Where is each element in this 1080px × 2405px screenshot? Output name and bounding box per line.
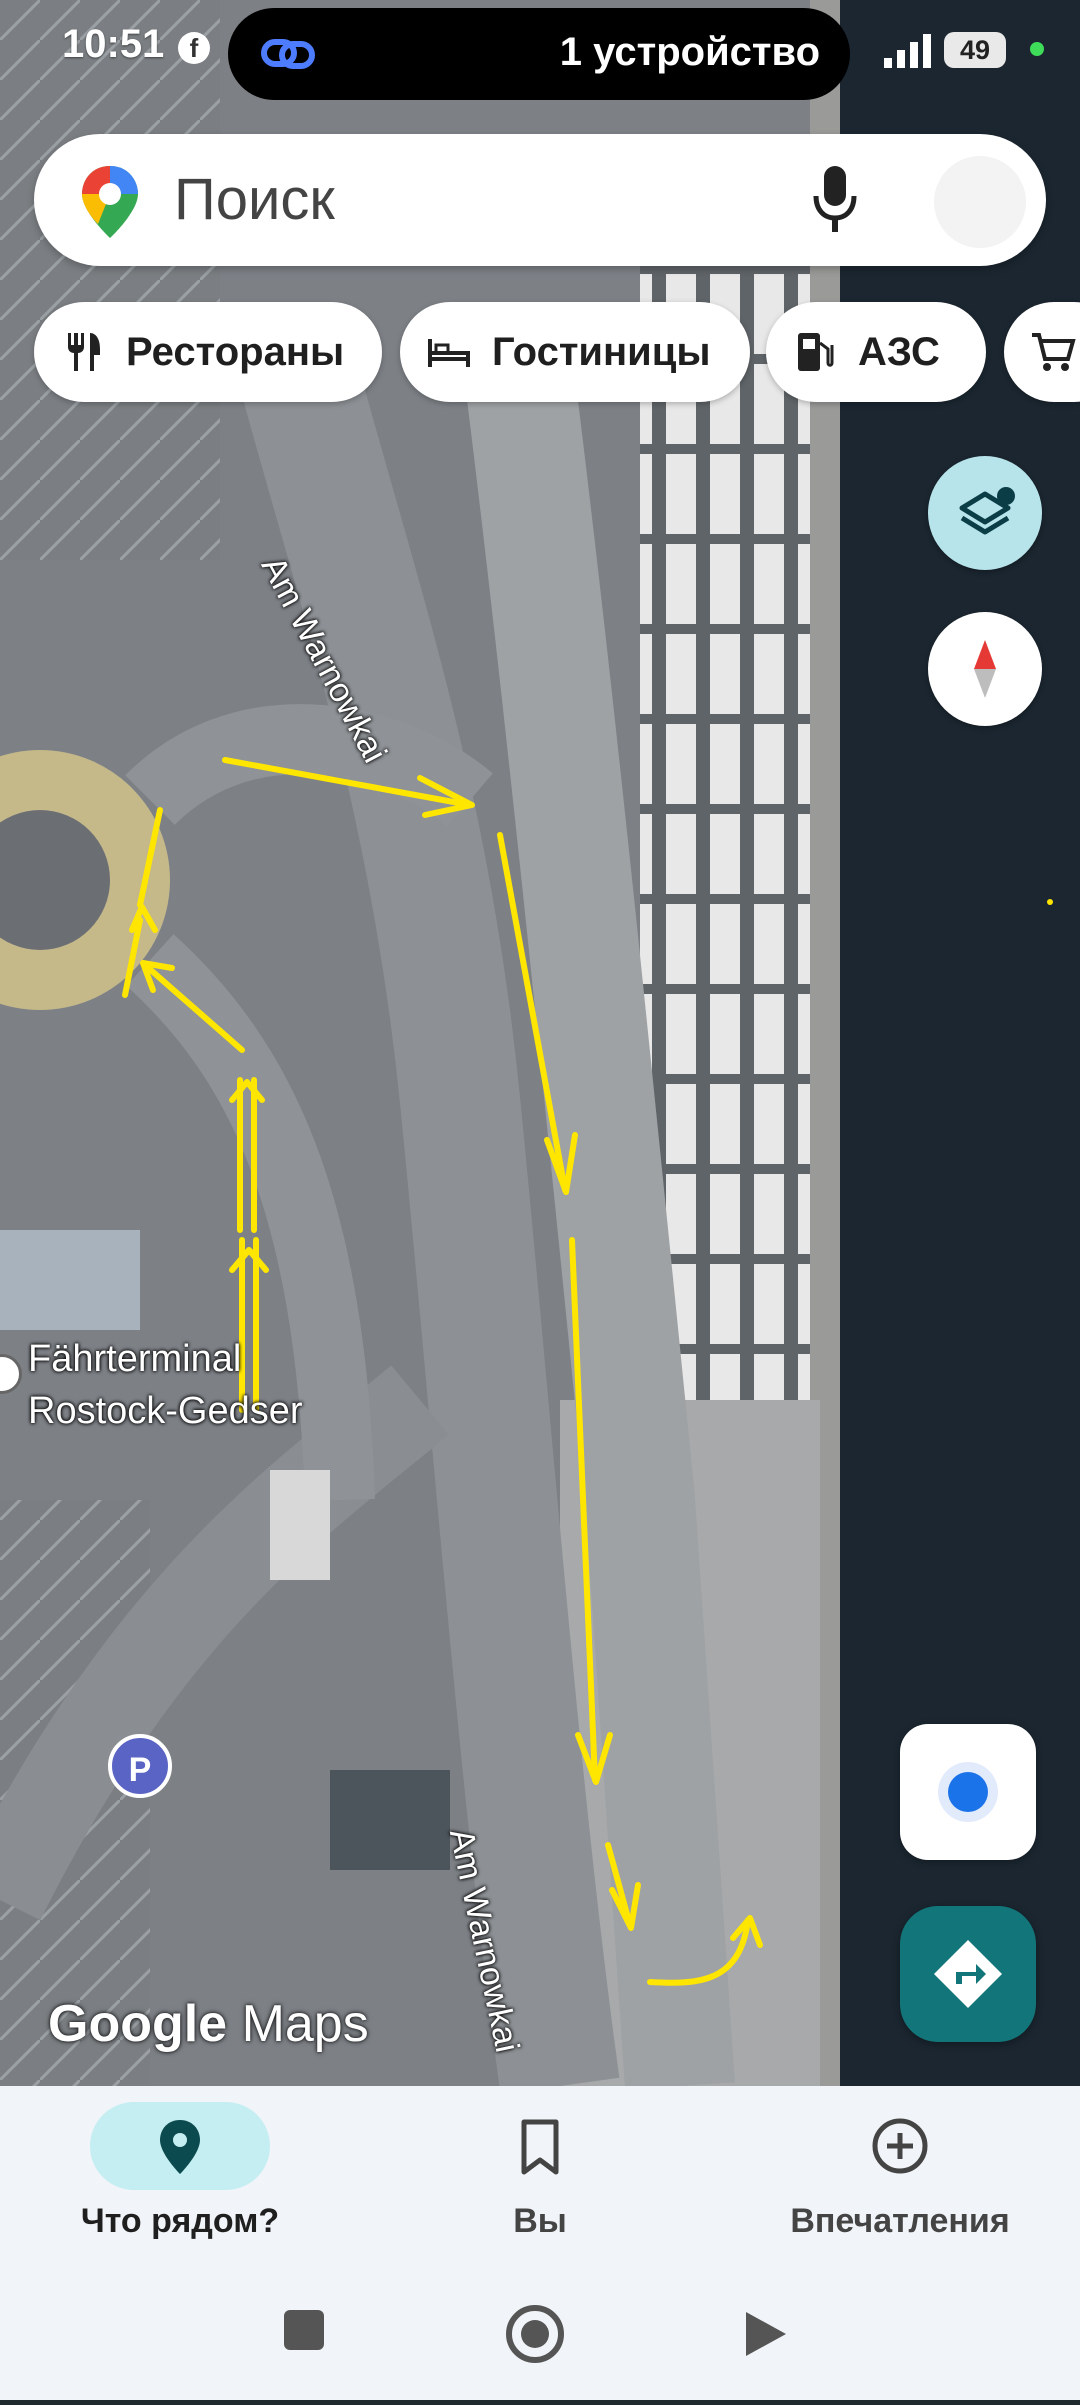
search-input[interactable]: Поиск — [174, 166, 335, 233]
tab-you-icon-wrap — [450, 2102, 630, 2190]
system-navigation-bar — [0, 2260, 1080, 2400]
terminal-label-line1[interactable]: Fährterminal — [28, 1338, 241, 1381]
recents-icon — [284, 2310, 324, 2350]
chip-gas-label: АЗС — [858, 329, 940, 374]
tab-contribute-label: Впечатления — [790, 2202, 1010, 2240]
compass-icon — [974, 640, 996, 698]
cart-icon — [1032, 333, 1076, 371]
tab-explore[interactable]: Что рядом? — [0, 2086, 360, 2260]
chip-restaurants-label: Рестораны — [126, 329, 345, 374]
compass-button[interactable] — [928, 612, 1042, 726]
directions-button[interactable] — [900, 1906, 1036, 2042]
chip-restaurants[interactable]: Рестораны — [34, 302, 382, 402]
active-indicator-dot — [1030, 42, 1044, 56]
status-bar: 10:51 f 1 устройство 49 — [0, 0, 1080, 100]
google-maps-pin-icon — [82, 166, 138, 238]
system-nav-icons — [284, 2305, 786, 2363]
mic-icon[interactable] — [810, 164, 860, 234]
bookmark-icon — [521, 2119, 559, 2175]
tab-explore-label: Что рядом? — [80, 2202, 280, 2240]
device-pill-text: 1 устройство — [559, 30, 820, 74]
fork-knife-icon — [68, 333, 100, 371]
battery-icon: 49 — [944, 32, 1006, 68]
facebook-notification-icon: f — [178, 32, 210, 64]
account-avatar[interactable] — [934, 156, 1026, 248]
chip-hotels-label: Гостиницы — [492, 329, 711, 374]
gas-pump-icon — [798, 333, 834, 371]
tab-contribute[interactable]: Впечатления — [720, 2086, 1080, 2260]
location-dot-icon — [948, 1772, 988, 1812]
device-pill[interactable]: 1 устройство — [228, 8, 850, 100]
tab-you[interactable]: Вы — [360, 2086, 720, 2260]
pin-icon — [160, 2120, 200, 2174]
layers-button[interactable] — [928, 456, 1042, 570]
bottom-navigation: Что рядом? Вы Впечатления — [0, 2086, 1080, 2260]
google-maps-watermark: Google Maps — [48, 1995, 369, 2053]
tab-contribute-icon-wrap — [810, 2102, 990, 2190]
plus-circle-icon — [872, 2118, 928, 2174]
signal-icon — [884, 34, 931, 68]
search-bar[interactable]: Поиск — [34, 134, 1046, 266]
chip-hotels[interactable]: Гостиницы — [400, 302, 750, 402]
layers-icon — [959, 487, 1015, 535]
bed-icon — [428, 339, 470, 367]
tab-you-label: Вы — [513, 2202, 567, 2240]
terminal-label-line2[interactable]: Rostock-Gedser — [28, 1390, 303, 1433]
tab-explore-highlight — [90, 2102, 270, 2190]
link-icon — [261, 39, 315, 69]
parking-marker-icon[interactable]: P — [108, 1734, 172, 1798]
back-icon — [746, 2312, 786, 2356]
directions-icon — [934, 1940, 1002, 2008]
chip-gas[interactable]: АЗС — [766, 302, 986, 402]
my-location-button[interactable] — [900, 1724, 1036, 1860]
status-time: 10:51 — [62, 22, 165, 66]
